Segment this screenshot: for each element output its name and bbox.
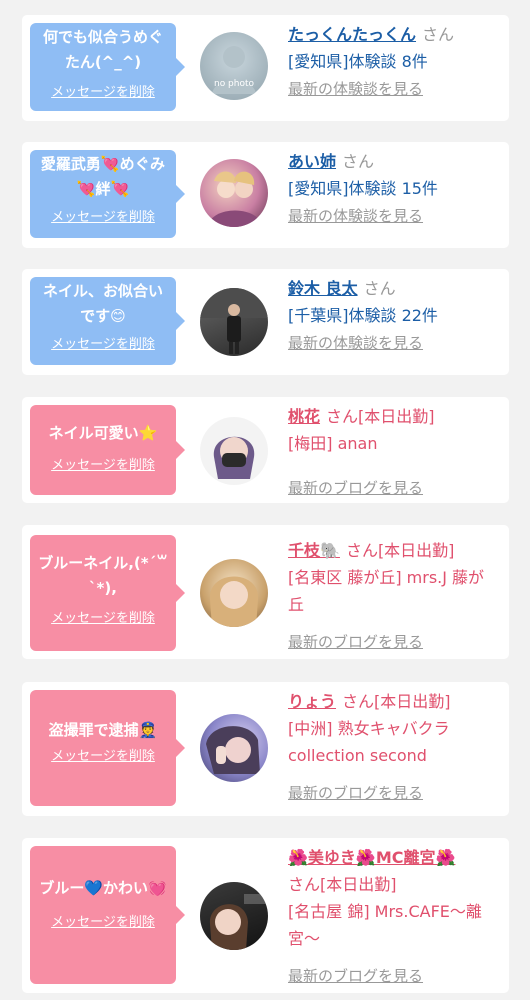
list-item: ブルー💙かわい💓 メッセージを削除 🌺美ゆき🌺MC離宮🌺 さん[本日出勤] [名…: [22, 838, 509, 993]
user-name-link[interactable]: あい姉: [288, 152, 336, 171]
no-photo-label: no photo: [214, 79, 255, 89]
message-text: ブルーネイル,(*´꒳`*),: [38, 554, 168, 597]
message-bubble: ネイル、お似合いです😊 メッセージを削除: [30, 277, 185, 365]
user-meta: [千葉県]体験談 22件: [288, 306, 438, 325]
latest-reviews-link[interactable]: 最新の体験談を見る: [288, 80, 423, 98]
latest-blog-link[interactable]: 最新のブログを見る: [288, 967, 423, 985]
user-name-link[interactable]: たっくんたっくん: [288, 25, 416, 44]
message-text: ブルー💙かわい💓: [39, 879, 167, 897]
list-item: 愛羅武勇💘めぐみ💘絆💘 メッセージを削除 あい姉 さん [愛知県]体験談 15件 …: [22, 142, 509, 248]
user-meta: [中洲] 熟女キャバクラ collection second: [288, 719, 450, 765]
user-meta: [梅田] anan: [288, 434, 378, 453]
name-suffix: さん[本日出勤]: [288, 875, 397, 894]
list-item: 何でも似合うめぐたん(^_^) メッセージを削除 no photo たっくんたっ…: [22, 15, 509, 121]
user-meta: [名古屋 錦] Mrs.CAFE〜離宮〜: [288, 902, 482, 948]
user-meta: [名東区 藤が丘] mrs.J 藤が丘: [288, 568, 485, 614]
latest-reviews-link[interactable]: 最新の体験談を見る: [288, 334, 423, 352]
user-name-link[interactable]: 鈴木 良太: [288, 279, 358, 298]
latest-reviews-link[interactable]: 最新の体験談を見る: [288, 207, 423, 225]
avatar[interactable]: [200, 882, 268, 950]
message-bubble: ブルーネイル,(*´꒳`*), メッセージを削除: [30, 535, 185, 651]
message-bubble: ネイル可愛い⭐ メッセージを削除: [30, 405, 185, 495]
message-text: ネイル、お似合いです😊: [42, 282, 163, 325]
avatar[interactable]: [200, 714, 268, 782]
list-item: ブルーネイル,(*´꒳`*), メッセージを削除 千枝🐘 さん[本日出勤] [名東…: [22, 525, 509, 659]
message-bubble: 愛羅武勇💘めぐみ💘絆💘 メッセージを削除: [30, 150, 185, 238]
user-meta: [愛知県]体験談 8件: [288, 52, 428, 71]
user-name-link[interactable]: 千枝🐘: [288, 541, 340, 560]
name-suffix: さん: [363, 279, 396, 298]
message-text: 盗撮罪で逮捕👮: [48, 721, 158, 739]
user-name-link[interactable]: りょう: [288, 692, 336, 711]
delete-message-link[interactable]: メッセージを削除: [30, 81, 176, 100]
name-suffix: さん: [342, 152, 375, 171]
message-bubble: ブルー💙かわい💓 メッセージを削除: [30, 846, 185, 984]
avatar[interactable]: [200, 159, 268, 227]
message-bubble: 盗撮罪で逮捕👮 メッセージを削除: [30, 690, 185, 806]
user-name-link[interactable]: 桃花: [288, 407, 320, 426]
name-suffix: さん[本日出勤]: [342, 692, 451, 711]
avatar[interactable]: [200, 288, 268, 356]
message-text: ネイル可愛い⭐: [48, 424, 158, 442]
list-item: ネイル可愛い⭐ メッセージを削除 桃花 さん[本日出勤] [梅田] anan 最新…: [22, 397, 509, 503]
delete-message-link[interactable]: メッセージを削除: [30, 911, 176, 930]
latest-blog-link[interactable]: 最新のブログを見る: [288, 479, 423, 497]
message-text: 何でも似合うめぐたん(^_^): [42, 28, 163, 71]
name-suffix: さん[本日出勤]: [326, 407, 435, 426]
message-bubble: 何でも似合うめぐたん(^_^) メッセージを削除: [30, 23, 185, 111]
message-text: 愛羅武勇💘めぐみ💘絆💘: [40, 155, 166, 198]
latest-blog-link[interactable]: 最新のブログを見る: [288, 784, 423, 802]
delete-message-link[interactable]: メッセージを削除: [30, 454, 176, 473]
avatar[interactable]: [200, 559, 268, 627]
list-item: 盗撮罪で逮捕👮 メッセージを削除 りょう さん[本日出勤] [中洲] 熟女キャバク…: [22, 682, 509, 816]
delete-message-link[interactable]: メッセージを削除: [30, 333, 176, 352]
avatar[interactable]: [200, 417, 268, 485]
list-item: ネイル、お似合いです😊 メッセージを削除 鈴木 良太 さん [千葉県]体験談 22…: [22, 269, 509, 375]
avatar[interactable]: no photo: [200, 32, 268, 100]
delete-message-link[interactable]: メッセージを削除: [30, 206, 176, 225]
name-suffix: さん[本日出勤]: [345, 541, 455, 560]
name-suffix: さん: [422, 25, 455, 44]
user-meta: [愛知県]体験談 15件: [288, 179, 438, 198]
user-name-link[interactable]: 🌺美ゆき🌺MC離宮🌺: [288, 848, 455, 867]
delete-message-link[interactable]: メッセージを削除: [30, 607, 176, 626]
latest-blog-link[interactable]: 最新のブログを見る: [288, 633, 423, 651]
delete-message-link[interactable]: メッセージを削除: [30, 745, 176, 764]
